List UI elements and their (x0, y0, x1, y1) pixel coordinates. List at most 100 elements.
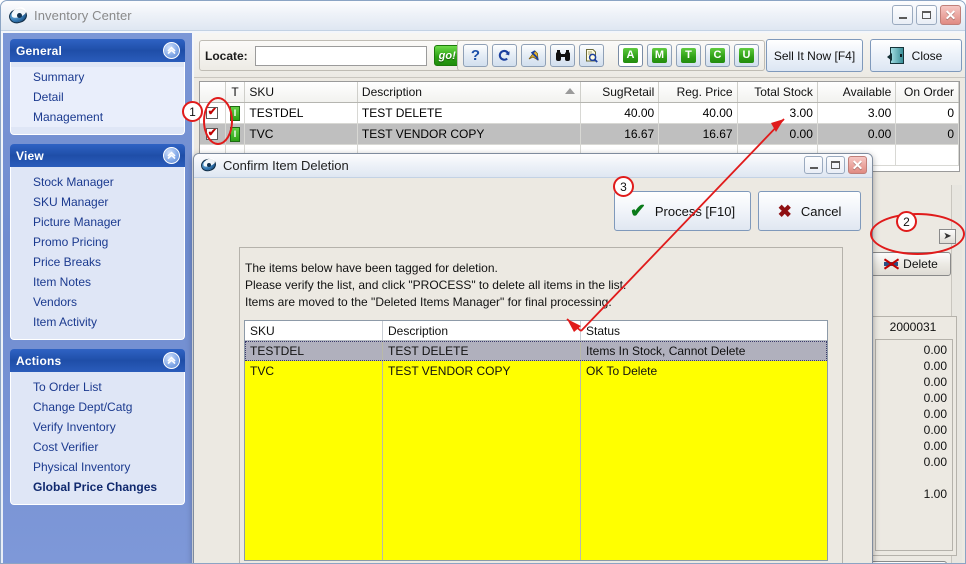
delete-button[interactable]: Delete (871, 252, 951, 276)
row-description-tvc: TEST VENDOR COPY (357, 124, 581, 145)
filter-button-t[interactable]: T (676, 44, 701, 67)
deletion-row-status-testdel: Items In Stock, Cannot Delete (586, 344, 746, 358)
search-input[interactable] (254, 45, 427, 66)
annotation-badge-2: 2 (896, 211, 917, 232)
table-row[interactable]: ✔ I TVC TEST VENDOR COPY 16.67 16.67 0.0… (200, 124, 959, 145)
process-button-label: Process [F10] (654, 203, 736, 219)
sidebar-panel-body-actions: To Order List Change Dept/Catg Verify In… (10, 372, 185, 505)
annotation-badge-1: 1 (182, 101, 203, 122)
process-button[interactable]: ✔ Process [F10] (614, 191, 751, 231)
sidebar-item-to-order-list[interactable]: To Order List (11, 377, 184, 397)
stat-value: 0.00 (923, 391, 947, 405)
grid-header-sku[interactable]: SKU (245, 82, 358, 102)
sidebar-item-picture-manager[interactable]: Picture Manager (11, 212, 184, 232)
annotation-ellipse-delete (870, 213, 965, 255)
annotation-badge-3: 3 (613, 176, 634, 197)
deletion-header-sku[interactable]: SKU (245, 321, 383, 340)
table-row[interactable]: TESTDEL TEST DELETE Items In Stock, Cann… (245, 341, 827, 361)
sidebar-item-summary[interactable]: Summary (11, 67, 184, 87)
deletion-row-description-testdel: TEST DELETE (383, 341, 581, 361)
jump-arrow-icon[interactable] (521, 44, 546, 67)
sidebar-item-vendors[interactable]: Vendors (11, 292, 184, 312)
sidebar-panel-actions: Actions To Order List Change Dept/Catg V… (10, 349, 185, 505)
chevron-up-icon[interactable] (163, 147, 180, 164)
help-icon[interactable]: ? (463, 44, 488, 67)
minimize-button[interactable] (892, 5, 913, 25)
grid-header-totalstock[interactable]: Total Stock (738, 82, 818, 102)
filter-button-a[interactable]: A (618, 44, 643, 67)
filter-button-u[interactable]: U (734, 44, 759, 67)
document-search-icon[interactable] (579, 44, 604, 67)
grid-header-onorder[interactable]: On Order (896, 82, 959, 102)
filter-letter-m: M (652, 48, 667, 63)
cancel-button[interactable]: ✖ Cancel (758, 191, 861, 231)
check-icon: ✔ (629, 200, 646, 222)
x-icon: ✖ (777, 201, 792, 221)
sidebar-item-verify-inventory[interactable]: Verify Inventory (11, 417, 184, 437)
deletion-table: SKU Description Status TESTDEL TEST DELE… (244, 320, 828, 561)
toolbar: Locate: go! ? A M T C U Sell It Now [F4]… (194, 33, 965, 78)
sidebar-panel-header-view[interactable]: View (10, 144, 185, 167)
app-disc-icon (199, 157, 218, 174)
deletion-row-sku-tvc: TVC (245, 361, 383, 560)
chevron-up-icon[interactable] (163, 42, 180, 59)
sidebar-item-item-activity[interactable]: Item Activity (11, 312, 184, 332)
sidebar-item-management[interactable]: Management (11, 107, 184, 127)
stats-header: 2000031 (870, 317, 956, 337)
chevron-up-icon[interactable] (163, 352, 180, 369)
locate-group: Locate: go! (199, 40, 467, 71)
deletion-header-description[interactable]: Description (383, 321, 581, 340)
sidebar-item-price-breaks[interactable]: Price Breaks (11, 252, 184, 272)
stat-spacer (876, 470, 947, 486)
sidebar-item-global-price-changes[interactable]: Global Price Changes (11, 477, 184, 497)
table-row[interactable]: TVC TEST VENDOR COPY OK To Delete (245, 361, 827, 560)
grid-header-sugretail[interactable]: SugRetail (581, 82, 660, 102)
sell-it-now-button[interactable]: Sell It Now [F4] (766, 39, 863, 72)
sidebar-item-physical-inventory[interactable]: Physical Inventory (11, 457, 184, 477)
close-button[interactable]: Close (870, 39, 962, 72)
close-window-button[interactable]: ✕ (940, 5, 961, 25)
locate-label: Locate: (205, 48, 248, 63)
filter-letter-u: U (739, 48, 754, 63)
grid-header-available[interactable]: Available (818, 82, 897, 102)
stat-value: 0.00 (923, 407, 947, 421)
close-button-label: Close (911, 48, 943, 63)
sidebar: General Summary Detail Management View S… (3, 33, 192, 563)
table-row[interactable]: ✔ I TESTDEL TEST DELETE 40.00 40.00 3.00… (200, 103, 959, 124)
sidebar-item-stock-manager[interactable]: Stock Manager (11, 172, 184, 192)
sidebar-item-cost-verifier[interactable]: Cost Verifier (11, 437, 184, 457)
sidebar-item-promo-pricing[interactable]: Promo Pricing (11, 232, 184, 252)
sort-ascending-icon (564, 88, 575, 94)
maximize-button[interactable] (916, 5, 937, 25)
dialog-titlebar: Confirm Item Deletion ✕ (194, 154, 872, 178)
stat-value: 0.00 (923, 343, 947, 357)
deletion-row-sku-testdel: TESTDEL (245, 341, 383, 361)
filter-button-m[interactable]: M (647, 44, 672, 67)
grid-header-regprice[interactable]: Reg. Price (659, 82, 738, 102)
confirm-item-deletion-dialog: Confirm Item Deletion ✕ ✔ Process [F10] … (193, 153, 873, 563)
sidebar-panel-title: General (16, 43, 63, 58)
sidebar-item-sku-manager[interactable]: SKU Manager (11, 192, 184, 212)
sidebar-item-detail[interactable]: Detail (11, 87, 184, 107)
empty-cell (896, 145, 959, 166)
sidebar-item-change-dept-catg[interactable]: Change Dept/Catg (11, 397, 184, 417)
dialog-minimize-button[interactable] (804, 156, 823, 174)
refresh-icon[interactable] (492, 44, 517, 67)
grid-header-row: T SKU Description SugRetail Reg. Price T… (200, 82, 959, 103)
grid-header-type[interactable]: T (226, 82, 246, 102)
sidebar-panel-header-actions[interactable]: Actions (10, 349, 185, 372)
stat-total: 1.00 (923, 487, 947, 501)
dialog-maximize-button[interactable] (826, 156, 845, 174)
grid-header-description[interactable]: Description (358, 82, 581, 102)
app-disc-icon (7, 5, 29, 26)
filter-button-c[interactable]: C (705, 44, 730, 67)
stat-value: 0.00 (923, 375, 947, 389)
sidebar-panel-header-general[interactable]: General (10, 39, 185, 62)
delete-button-label: Delete (903, 257, 938, 271)
row-sugretail-testdel: 40.00 (580, 103, 660, 124)
dialog-close-button[interactable]: ✕ (848, 156, 867, 174)
sidebar-item-item-notes[interactable]: Item Notes (11, 272, 184, 292)
binoculars-icon[interactable] (550, 44, 575, 67)
deletion-header-status[interactable]: Status (581, 321, 827, 340)
dialog-title: Confirm Item Deletion (223, 158, 349, 173)
